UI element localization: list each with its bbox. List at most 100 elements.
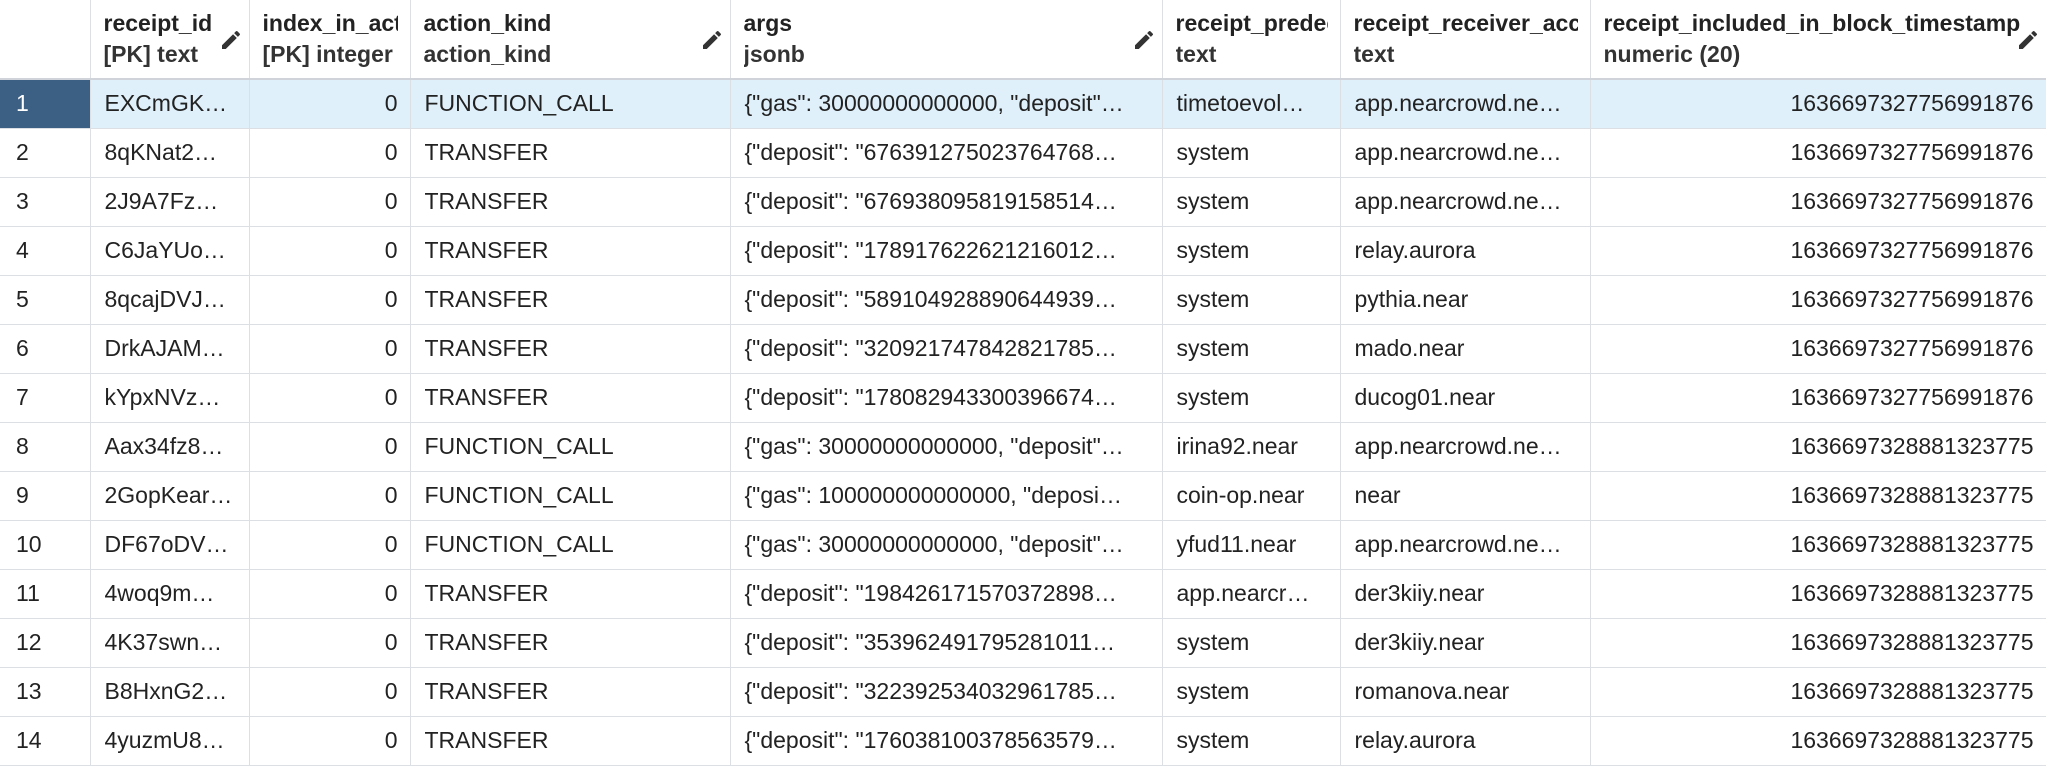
cell-args[interactable]: {"deposit": "676391275023764768… — [730, 128, 1163, 178]
cell-receipt-predecessor[interactable]: app.nearcr… — [1162, 569, 1341, 619]
cell-args[interactable]: {"deposit": "176038100378563579… — [730, 716, 1163, 766]
cell-args[interactable]: {"gas": 30000000000000, "deposit"… — [730, 422, 1163, 472]
cell-receipt-predecessor[interactable]: timetoevol… — [1162, 79, 1341, 129]
cell-receipt-predecessor[interactable]: coin-op.near — [1162, 471, 1341, 521]
cell-index-in-action-receipt[interactable]: 0 — [249, 471, 411, 521]
cell-block-timestamp[interactable]: 1636697327756991876 — [1590, 275, 2046, 325]
pencil-icon[interactable] — [700, 28, 724, 52]
cell-receipt-receiver[interactable]: relay.aurora — [1340, 716, 1591, 766]
table-row[interactable]: 8 Aax34fz8… 0 FUNCTION_CALL {"gas": 30000000… — [0, 422, 2046, 472]
cell-block-timestamp[interactable]: 1636697328881323775 — [1590, 471, 2046, 521]
cell-receipt-id[interactable]: Aax34fz8… — [90, 422, 250, 472]
table-row[interactable]: 13 B8HxnG2… 0 TRANSFER {"deposit": "32239253… — [0, 667, 2046, 717]
cell-receipt-receiver[interactable]: app.nearcrowd.ne… — [1340, 177, 1591, 227]
row-number[interactable]: 2 — [0, 128, 91, 178]
cell-index-in-action-receipt[interactable]: 0 — [249, 667, 411, 717]
row-number[interactable]: 10 — [0, 520, 91, 570]
cell-block-timestamp[interactable]: 1636697327756991876 — [1590, 177, 2046, 227]
cell-receipt-predecessor[interactable]: system — [1162, 226, 1341, 276]
cell-index-in-action-receipt[interactable]: 0 — [249, 275, 411, 325]
cell-args[interactable]: {"deposit": "676938095819158514… — [730, 177, 1163, 227]
cell-block-timestamp[interactable]: 1636697327756991876 — [1590, 226, 2046, 276]
cell-block-timestamp[interactable]: 1636697328881323775 — [1590, 569, 2046, 619]
table-row[interactable]: 7 kYpxNVz… 0 TRANSFER {"deposit": "178082943… — [0, 373, 2046, 423]
cell-action-kind[interactable]: TRANSFER — [410, 667, 731, 717]
cell-receipt-id[interactable]: kYpxNVz… — [90, 373, 250, 423]
cell-receipt-receiver[interactable]: der3kiiy.near — [1340, 618, 1591, 668]
row-number[interactable]: 1 — [0, 79, 91, 129]
cell-block-timestamp[interactable]: 1636697328881323775 — [1590, 716, 2046, 766]
pencil-icon[interactable] — [219, 28, 243, 52]
cell-block-timestamp[interactable]: 1636697328881323775 — [1590, 667, 2046, 717]
cell-action-kind[interactable]: TRANSFER — [410, 569, 731, 619]
column-header-receipt-included-in-block-timestamp[interactable]: receipt_included_in_block_timestamp numer… — [1590, 0, 2046, 80]
cell-action-kind[interactable]: TRANSFER — [410, 716, 731, 766]
cell-receipt-id[interactable]: 8qcajDVJ… — [90, 275, 250, 325]
table-row[interactable]: 10 DF67oDV… 0 FUNCTION_CALL {"gas": 30000000… — [0, 520, 2046, 570]
cell-args[interactable]: {"deposit": "589104928890644939… — [730, 275, 1163, 325]
row-number[interactable]: 7 — [0, 373, 91, 423]
pencil-icon[interactable] — [1132, 28, 1156, 52]
cell-receipt-receiver[interactable]: app.nearcrowd.ne… — [1340, 128, 1591, 178]
cell-action-kind[interactable]: TRANSFER — [410, 128, 731, 178]
row-number[interactable]: 14 — [0, 716, 91, 766]
row-number[interactable]: 11 — [0, 569, 91, 619]
cell-args[interactable]: {"deposit": "322392534032961785… — [730, 667, 1163, 717]
table-row[interactable]: 11 4woq9m… 0 TRANSFER {"deposit": "198426171… — [0, 569, 2046, 619]
cell-receipt-predecessor[interactable]: system — [1162, 324, 1341, 374]
row-number[interactable]: 13 — [0, 667, 91, 717]
cell-receipt-id[interactable]: 4yuzmU8… — [90, 716, 250, 766]
cell-index-in-action-receipt[interactable]: 0 — [249, 618, 411, 668]
cell-receipt-id[interactable]: DF67oDV… — [90, 520, 250, 570]
cell-action-kind[interactable]: FUNCTION_CALL — [410, 520, 731, 570]
table-row[interactable]: 4 C6JaYUo… 0 TRANSFER {"deposit": "178917622… — [0, 226, 2046, 276]
row-number[interactable]: 8 — [0, 422, 91, 472]
cell-action-kind[interactable]: FUNCTION_CALL — [410, 79, 731, 129]
cell-args[interactable]: {"gas": 30000000000000, "deposit"… — [730, 79, 1163, 129]
cell-action-kind[interactable]: FUNCTION_CALL — [410, 471, 731, 521]
cell-receipt-receiver[interactable]: near — [1340, 471, 1591, 521]
cell-index-in-action-receipt[interactable]: 0 — [249, 569, 411, 619]
cell-args[interactable]: {"deposit": "178917622621216012… — [730, 226, 1163, 276]
column-header-receipt-predecessor-account-id[interactable]: receipt_predecessor_account_idtext — [1162, 0, 1341, 80]
row-number[interactable]: 9 — [0, 471, 91, 521]
cell-block-timestamp[interactable]: 1636697327756991876 — [1590, 324, 2046, 374]
table-row[interactable]: 6 DrkAJAM… 0 TRANSFER {"deposit": "320921747… — [0, 324, 2046, 374]
table-row[interactable]: 14 4yuzmU8… 0 TRANSFER {"deposit": "17603810… — [0, 716, 2046, 766]
cell-receipt-receiver[interactable]: app.nearcrowd.ne… — [1340, 422, 1591, 472]
cell-receipt-id[interactable]: 8qKNat2… — [90, 128, 250, 178]
cell-receipt-id[interactable]: C6JaYUo… — [90, 226, 250, 276]
column-header-receipt-receiver-account-id[interactable]: receipt_receiver_account_idtext — [1340, 0, 1591, 80]
cell-block-timestamp[interactable]: 1636697328881323775 — [1590, 422, 2046, 472]
cell-block-timestamp[interactable]: 1636697328881323775 — [1590, 618, 2046, 668]
row-number[interactable]: 6 — [0, 324, 91, 374]
pencil-icon[interactable] — [2016, 28, 2040, 52]
cell-args[interactable]: {"deposit": "178082943300396674… — [730, 373, 1163, 423]
column-header-action-kind[interactable]: action_kind action_kind — [410, 0, 731, 80]
cell-action-kind[interactable]: TRANSFER — [410, 324, 731, 374]
cell-action-kind[interactable]: TRANSFER — [410, 275, 731, 325]
cell-args[interactable]: {"gas": 100000000000000, "deposi… — [730, 471, 1163, 521]
column-header-args[interactable]: args jsonb — [730, 0, 1163, 80]
cell-receipt-predecessor[interactable]: system — [1162, 128, 1341, 178]
row-number-header[interactable] — [0, 0, 91, 80]
cell-receipt-predecessor[interactable]: system — [1162, 275, 1341, 325]
table-row[interactable]: 9 2GopKear… 0 FUNCTION_CALL {"gas": 10000000… — [0, 471, 2046, 521]
column-header-index-in-action-receipt[interactable]: index_in_action_receipt [PK] integer — [249, 0, 411, 80]
column-header-receipt-id[interactable]: receipt_id [PK] text — [90, 0, 250, 80]
cell-args[interactable]: {"gas": 30000000000000, "deposit"… — [730, 520, 1163, 570]
cell-receipt-predecessor[interactable]: system — [1162, 618, 1341, 668]
cell-index-in-action-receipt[interactable]: 0 — [249, 373, 411, 423]
table-row[interactable]: 12 4K37swn… 0 TRANSFER {"deposit": "35396249… — [0, 618, 2046, 668]
cell-receipt-receiver[interactable]: relay.aurora — [1340, 226, 1591, 276]
cell-args[interactable]: {"deposit": "198426171570372898… — [730, 569, 1163, 619]
cell-receipt-predecessor[interactable]: system — [1162, 373, 1341, 423]
row-number[interactable]: 12 — [0, 618, 91, 668]
cell-args[interactable]: {"deposit": "320921747842821785… — [730, 324, 1163, 374]
cell-receipt-predecessor[interactable]: system — [1162, 177, 1341, 227]
row-number[interactable]: 5 — [0, 275, 91, 325]
table-row[interactable]: 3 2J9A7Fz… 0 TRANSFER {"deposit": "676938095… — [0, 177, 2046, 227]
cell-block-timestamp[interactable]: 1636697328881323775 — [1590, 520, 2046, 570]
cell-index-in-action-receipt[interactable]: 0 — [249, 128, 411, 178]
cell-receipt-receiver[interactable]: pythia.near — [1340, 275, 1591, 325]
